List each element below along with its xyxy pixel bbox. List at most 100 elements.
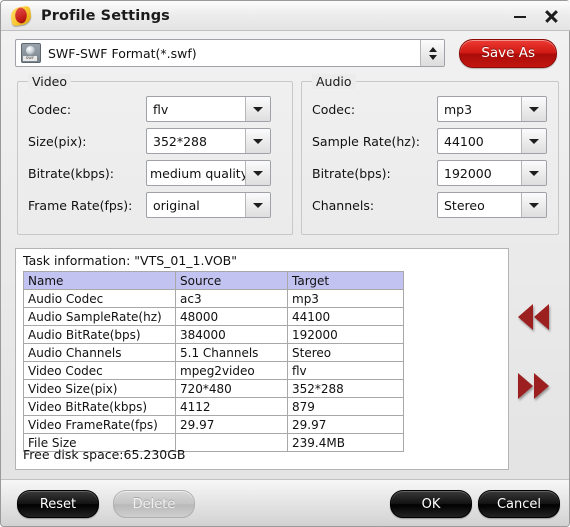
video-codec-select[interactable]: flv xyxy=(146,96,271,122)
table-cell: mp3 xyxy=(287,289,404,308)
table-header-row: Name Source Target xyxy=(23,271,404,290)
video-bitrate-select[interactable]: medium quality xyxy=(146,160,271,186)
ok-button[interactable]: OK xyxy=(390,490,472,518)
video-codec-value: flv xyxy=(153,101,169,117)
table-row[interactable]: Video Codec mpeg2video flv xyxy=(23,361,404,380)
table-cell: Stereo xyxy=(287,343,404,362)
field-audio-bitrate: Bitrate(bps): 192000 xyxy=(312,160,547,186)
audio-bitrate-value: 192000 xyxy=(444,165,492,181)
table-row[interactable]: Video BitRate(kbps) 4112 879 xyxy=(23,397,404,416)
delete-button: Delete xyxy=(113,490,195,518)
field-video-bitrate: Bitrate(kbps): medium quality xyxy=(28,160,271,186)
table-row[interactable]: Video Size(pix) 720*480 352*288 xyxy=(23,379,404,398)
minimize-icon[interactable] xyxy=(513,8,528,24)
audio-codec-select[interactable]: mp3 xyxy=(437,96,547,122)
video-size-select[interactable]: 352*288 xyxy=(146,128,271,154)
column-header-target: Target xyxy=(287,271,404,290)
task-information-table: Name Source Target Audio Codec ac3 mp3 Audi… xyxy=(23,271,404,452)
format-selector-row: SWF SWF-SWF Format(*.swf) Save As xyxy=(15,37,557,69)
chevron-down-icon[interactable] xyxy=(245,161,270,185)
chevron-down-icon[interactable] xyxy=(521,161,546,185)
field-video-size: Size(pix): 352*288 xyxy=(28,128,271,154)
table-cell: Audio Codec xyxy=(23,289,176,308)
column-header-source: Source xyxy=(175,271,288,290)
swf-file-icon: SWF xyxy=(21,43,41,63)
table-row[interactable]: Audio BitRate(bps) 384000 192000 xyxy=(23,325,404,344)
table-cell: Video Size(pix) xyxy=(23,379,176,398)
table-row[interactable]: Audio Codec ac3 mp3 xyxy=(23,289,404,308)
field-audio-bitrate-label: Bitrate(bps): xyxy=(312,165,391,181)
chevron-down-icon[interactable] xyxy=(521,193,546,217)
table-cell: 4112 xyxy=(175,397,288,416)
save-as-button[interactable]: Save As xyxy=(459,38,557,68)
audio-group-legend: Audio xyxy=(312,74,356,89)
video-size-value: 352*288 xyxy=(153,133,207,149)
table-cell: 239.4MB xyxy=(287,433,404,452)
field-video-codec-label: Codec: xyxy=(28,101,72,117)
profile-settings-icon xyxy=(9,5,33,27)
format-combobox[interactable]: SWF SWF-SWF Format(*.swf) xyxy=(15,39,446,67)
video-bitrate-value: medium quality xyxy=(150,165,245,181)
cancel-button[interactable]: Cancel xyxy=(478,490,560,518)
format-combobox-value: SWF-SWF Format(*.swf) xyxy=(48,45,197,61)
dialog-footer: Reset Delete OK Cancel xyxy=(1,479,569,526)
table-cell: 48000 xyxy=(175,307,288,326)
video-framerate-value: original xyxy=(153,197,200,213)
video-group-legend: Video xyxy=(28,74,72,89)
title-bar: Profile Settings xyxy=(1,1,570,31)
field-video-bitrate-label: Bitrate(kbps): xyxy=(28,165,114,181)
table-cell: 879 xyxy=(287,397,404,416)
chevron-down-icon[interactable] xyxy=(245,129,270,153)
table-cell: mpeg2video xyxy=(175,361,288,380)
profile-settings-dialog: Profile Settings SWF SWF-SWF Format(*.sw… xyxy=(0,0,570,527)
audio-samplerate-select[interactable]: 44100 xyxy=(437,128,547,154)
double-arrow-right-icon[interactable] xyxy=(518,373,549,399)
table-cell: 29.97 xyxy=(287,415,404,434)
swf-file-icon-label: SWF xyxy=(23,56,37,61)
task-information-title: Task information: "VTS_01_1.VOB" xyxy=(23,253,237,268)
table-cell: Video FrameRate(fps) xyxy=(23,415,176,434)
spinner-updown-icon[interactable] xyxy=(420,40,445,66)
table-cell xyxy=(175,433,288,452)
field-video-codec: Codec: flv xyxy=(28,96,271,122)
chevron-down-icon[interactable] xyxy=(245,97,270,121)
video-framerate-select[interactable]: original xyxy=(146,192,271,218)
table-cell: Audio Channels xyxy=(23,343,176,362)
field-video-framerate-label: Frame Rate(fps): xyxy=(28,197,133,213)
field-audio-samplerate-label: Sample Rate(hz): xyxy=(312,133,420,149)
field-audio-codec: Codec: mp3 xyxy=(312,96,547,122)
audio-settings-group: Audio Codec: mp3 Sample Rate(hz): 44100 … xyxy=(301,74,559,235)
column-header-name: Name xyxy=(23,271,176,290)
table-cell: 44100 xyxy=(287,307,404,326)
table-cell: flv xyxy=(287,361,404,380)
table-cell: 192000 xyxy=(287,325,404,344)
field-audio-channels: Channels: Stereo xyxy=(312,192,547,218)
free-disk-space-label: Free disk space:65.230GB xyxy=(23,447,186,462)
field-video-framerate: Frame Rate(fps): original xyxy=(28,192,271,218)
chevron-down-icon[interactable] xyxy=(245,193,270,217)
close-icon[interactable] xyxy=(544,8,559,24)
field-audio-channels-label: Channels: xyxy=(312,197,375,213)
chevron-down-icon[interactable] xyxy=(521,129,546,153)
table-cell: 29.97 xyxy=(175,415,288,434)
chevron-down-icon[interactable] xyxy=(521,97,546,121)
table-row[interactable]: Audio Channels 5.1 Channels Stereo xyxy=(23,343,404,362)
task-information-panel: Task information: "VTS_01_1.VOB" Name So… xyxy=(15,248,509,470)
table-cell: Audio BitRate(bps) xyxy=(23,325,176,344)
table-cell: 352*288 xyxy=(287,379,404,398)
reset-button[interactable]: Reset xyxy=(17,490,99,518)
field-video-size-label: Size(pix): xyxy=(28,133,87,149)
double-arrow-left-icon[interactable] xyxy=(518,304,549,330)
window-title: Profile Settings xyxy=(41,7,170,24)
audio-channels-select[interactable]: Stereo xyxy=(437,192,547,218)
video-settings-group: Video Codec: flv Size(pix): 352*288 Bitr… xyxy=(17,74,293,235)
table-row[interactable]: Video FrameRate(fps) 29.97 29.97 xyxy=(23,415,404,434)
audio-bitrate-select[interactable]: 192000 xyxy=(437,160,547,186)
table-cell: Audio SampleRate(hz) xyxy=(23,307,176,326)
audio-codec-value: mp3 xyxy=(444,101,473,117)
table-row[interactable]: Audio SampleRate(hz) 48000 44100 xyxy=(23,307,404,326)
table-cell: Video Codec xyxy=(23,361,176,380)
field-audio-codec-label: Codec: xyxy=(312,101,356,117)
field-audio-samplerate: Sample Rate(hz): 44100 xyxy=(312,128,547,154)
table-cell: ac3 xyxy=(175,289,288,308)
